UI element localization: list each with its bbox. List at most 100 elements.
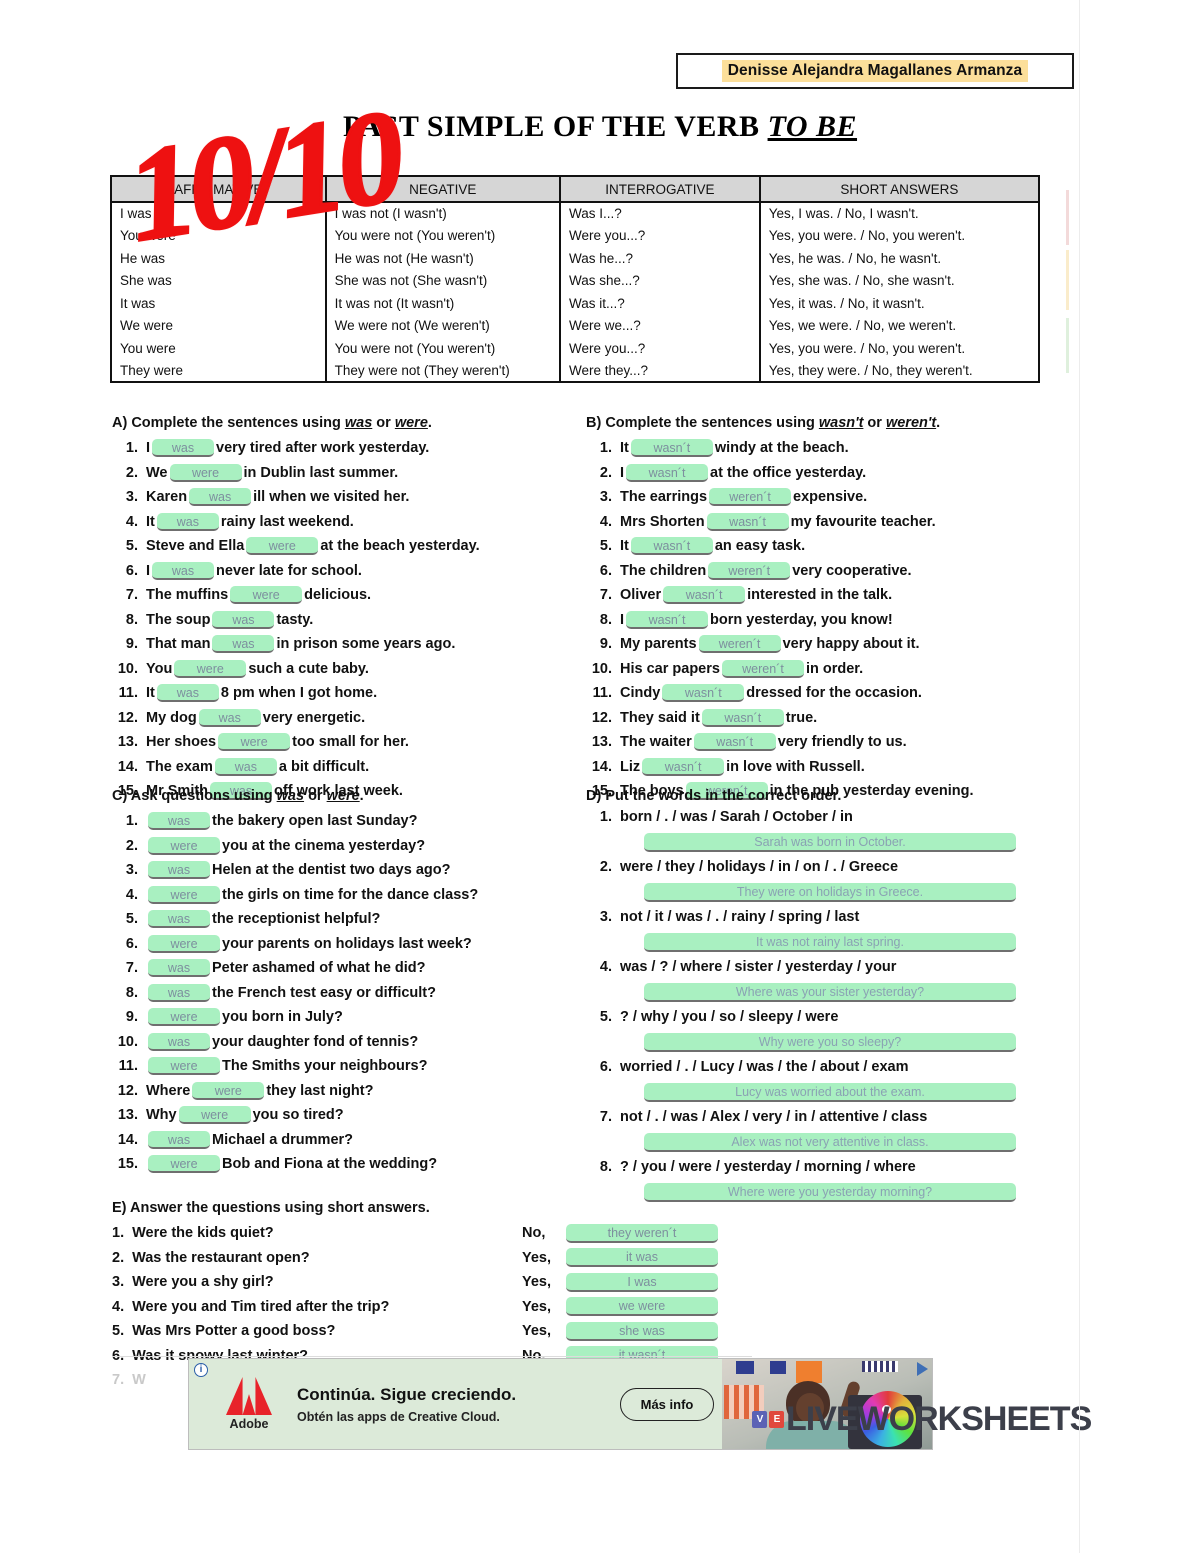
answer-blank[interactable]: wasn´t bbox=[626, 610, 709, 629]
answer-blank[interactable]: Lucy was worried about the exam. bbox=[644, 1083, 1016, 1102]
answer-blank[interactable]: were bbox=[230, 586, 303, 605]
answer-blank[interactable]: weren´t bbox=[708, 561, 791, 580]
word-order-prompt-row: 7. not / . / was / Alex / very / in / att… bbox=[586, 1109, 1056, 1132]
answer-blank[interactable]: was bbox=[156, 512, 219, 531]
list-item: 4. It was rainy last weekend. bbox=[112, 510, 582, 535]
answer-blank[interactable]: were bbox=[148, 1057, 220, 1076]
answer-blank[interactable]: wasn´t bbox=[642, 757, 725, 776]
list-item: 5. ? / why / you / so / sleepy / were Why … bbox=[586, 1009, 1056, 1052]
sentence-suffix: The Smiths your neighbours? bbox=[222, 1058, 428, 1075]
item-number: 8. bbox=[599, 1159, 612, 1175]
answer-blank[interactable]: she was bbox=[566, 1321, 718, 1341]
sentence-suffix: born yesterday, you know! bbox=[710, 611, 893, 628]
answer-blank[interactable]: wasn´t bbox=[663, 586, 746, 605]
answer-blank[interactable]: weren´t bbox=[721, 659, 804, 678]
sentence-prefix: The children bbox=[620, 562, 707, 579]
answer-blank[interactable]: was bbox=[152, 439, 215, 458]
answer-blank[interactable]: was bbox=[212, 610, 275, 629]
answer-blank[interactable]: Alex was not very attentive in class. bbox=[644, 1133, 1016, 1152]
answer-blank[interactable]: were bbox=[148, 885, 220, 904]
answer-blank[interactable]: were bbox=[246, 537, 319, 556]
answer-blank[interactable]: was bbox=[148, 1032, 210, 1051]
answer-blank[interactable]: was bbox=[148, 983, 210, 1002]
answer-blank[interactable]: wasn´t bbox=[630, 537, 713, 556]
section-b-heading-em1: wasn't bbox=[818, 415, 864, 431]
list-item: 10. You were such a cute baby. bbox=[112, 657, 582, 682]
sentence-prefix: My parents bbox=[620, 636, 697, 653]
watermark-text: LIVEWORKSHEETS bbox=[786, 1400, 1092, 1438]
answer-blank[interactable]: were bbox=[148, 836, 220, 855]
answer-blank[interactable]: was bbox=[148, 861, 210, 880]
table-cell: Yes, we were. / No, we weren't. bbox=[758, 314, 1041, 337]
answer-blank[interactable]: was bbox=[212, 635, 275, 654]
sentence-prefix: It bbox=[146, 685, 155, 702]
table-cell: You were not (You weren't) bbox=[324, 224, 562, 247]
answer-blank[interactable]: were bbox=[169, 463, 242, 482]
list-item: 3. was Helen at the dentist two days ago? bbox=[112, 858, 582, 883]
answer-blank[interactable]: wasn´t bbox=[662, 684, 745, 703]
word-order-prompt-row: 4. was / ? / where / sister / yesterday /… bbox=[586, 959, 1056, 982]
ad-info-icon[interactable]: i bbox=[194, 1363, 208, 1377]
sentence-suffix: in prison some years ago. bbox=[276, 636, 456, 653]
answer-blank[interactable]: were bbox=[218, 733, 291, 752]
answer-blank[interactable]: was bbox=[148, 959, 210, 978]
list-item: 1. born / . / was / Sarah / October / in S… bbox=[586, 809, 1056, 852]
answer-blank[interactable]: wasn´t bbox=[630, 439, 713, 458]
item-number: 2. bbox=[125, 464, 138, 481]
answer-blank[interactable]: was bbox=[198, 708, 261, 727]
list-item: 15. were Bob and Fiona at the wedding? bbox=[112, 1152, 582, 1177]
answer-blank[interactable]: it was bbox=[566, 1248, 718, 1268]
table-body: I was I was not (I wasn't) Was I...? Yes, I… bbox=[110, 202, 1041, 382]
table-header-affirmative: AFFIRMATIVE bbox=[110, 176, 327, 203]
item-number: 7. bbox=[125, 960, 138, 977]
answer-blank[interactable]: was bbox=[152, 561, 215, 580]
list-item: 10. His car papers weren´t in order. bbox=[586, 657, 1056, 682]
answer-blank[interactable]: were bbox=[148, 1008, 220, 1027]
section-b-list: 1. It wasn´t windy at the beach. 2. Iwasn´t at… bbox=[586, 436, 1056, 804]
answer-blank[interactable]: Why were you so sleepy? bbox=[644, 1033, 1016, 1052]
answer-blank[interactable]: were bbox=[148, 1155, 220, 1174]
answer-blank[interactable]: was bbox=[214, 757, 277, 776]
adobe-logo: Adobe bbox=[215, 1377, 283, 1431]
answer-blank[interactable]: It was not rainy last spring. bbox=[644, 933, 1016, 952]
answer-blank[interactable]: was bbox=[148, 910, 210, 929]
answer-blank[interactable]: were bbox=[178, 1106, 251, 1125]
answer-blank[interactable]: Sarah was born in October. bbox=[644, 833, 1016, 852]
answer-blank[interactable]: was bbox=[189, 488, 252, 507]
answer-blank[interactable]: was bbox=[156, 684, 219, 703]
sentence-prefix: I bbox=[620, 611, 625, 628]
answer-blank[interactable]: I was bbox=[566, 1272, 718, 1292]
ad-decor-bars bbox=[862, 1361, 898, 1372]
list-item: 3. The earrings weren´t expensive. bbox=[586, 485, 1056, 510]
answer-blank[interactable]: they weren´t bbox=[566, 1223, 718, 1243]
table-row: I was I was not (I wasn't) Was I...? Yes, I… bbox=[110, 202, 1041, 225]
question-text: Were the kids quiet? bbox=[132, 1225, 274, 1242]
ad-choices-icon[interactable] bbox=[917, 1362, 928, 1376]
item-number: 4. bbox=[599, 513, 612, 530]
ad-more-info-button[interactable]: Más info bbox=[619, 1387, 715, 1421]
answer-blank[interactable]: wasn´t bbox=[701, 708, 784, 727]
answer-blank[interactable]: were bbox=[148, 934, 220, 953]
table-cell: We were not (We weren't) bbox=[324, 314, 562, 337]
item-number: 1. bbox=[125, 813, 138, 830]
word-order-prompt-row: 5. ? / why / you / so / sleepy / were bbox=[586, 1009, 1056, 1032]
item-number: 9. bbox=[599, 636, 612, 653]
table-cell: Were they...? bbox=[559, 359, 761, 382]
answer-blank[interactable]: we were bbox=[566, 1297, 718, 1317]
answer-blank[interactable]: Where was your sister yesterday? bbox=[644, 983, 1016, 1002]
answer-blank[interactable]: wasn´t bbox=[626, 463, 709, 482]
answer-blank[interactable]: wasn´t bbox=[693, 733, 776, 752]
answer-blank[interactable]: weren´t bbox=[698, 635, 781, 654]
table-cell: Was he...? bbox=[559, 247, 761, 270]
answer-blank[interactable]: were bbox=[192, 1081, 265, 1100]
answer-blank[interactable]: were bbox=[174, 659, 247, 678]
section-d: D) Put the words in the correct order. 1… bbox=[586, 788, 1056, 1209]
answer-blank[interactable]: was bbox=[148, 812, 210, 831]
answer-blank[interactable]: They were on holidays in Greece. bbox=[644, 883, 1016, 902]
answer-blank[interactable]: weren´t bbox=[709, 488, 792, 507]
answer-blank[interactable]: was bbox=[148, 1130, 210, 1149]
list-item: 14. Liz wasn´t in love with Russell. bbox=[586, 755, 1056, 780]
answer-blank[interactable]: wasn´t bbox=[706, 512, 789, 531]
edge-artifact-1 bbox=[1066, 190, 1069, 245]
item-number: 7. bbox=[125, 587, 138, 604]
